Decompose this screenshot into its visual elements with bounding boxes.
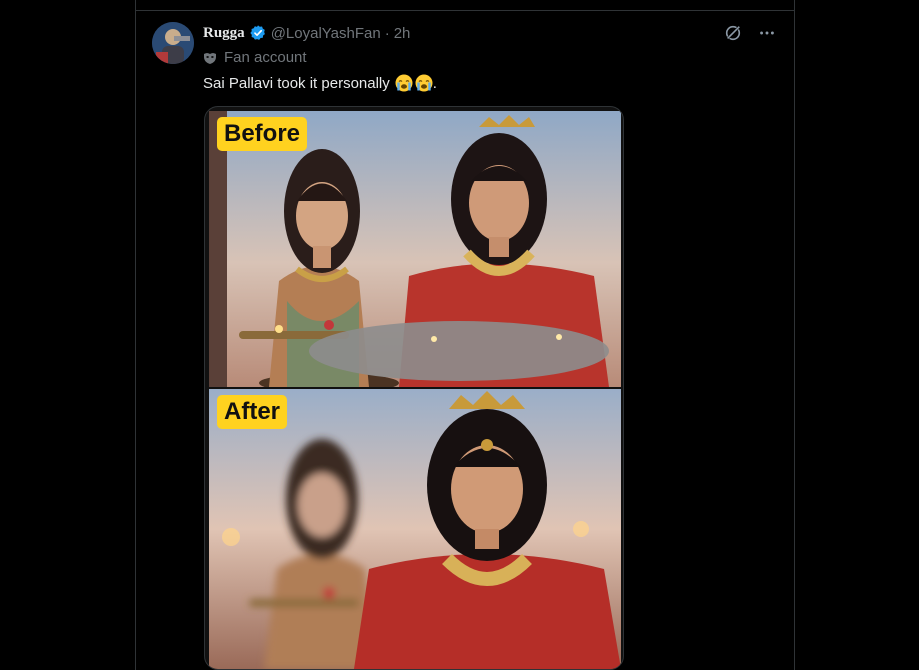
display-name[interactable]: Rugga [203,25,245,42]
timeline-column: Rugga @LoyalYashFan · 2h Fan account Sai… [135,0,795,670]
after-label: After [217,395,288,429]
tweet-actions [722,22,778,44]
tweet-body: Sai Pallavi took it personally [203,74,390,92]
crying-face-icon [395,74,413,92]
tweet-media[interactable]: Before After [204,106,624,670]
fan-account-text: Fan account [224,49,307,66]
tweet-header: Rugga @LoyalYashFan · 2h [203,23,410,43]
avatar-image [152,22,194,64]
avatar[interactable] [152,22,194,64]
before-image: Before [209,111,621,387]
crying-face-icon [415,74,433,92]
fan-account-label: Fan account [203,49,307,66]
timestamp[interactable]: 2h [394,25,411,42]
before-label: Before [217,117,308,151]
more-icon[interactable] [756,22,778,44]
after-image: After [209,389,621,669]
verified-badge-icon [249,24,267,42]
separator: · [384,24,390,42]
tweet-text: Sai Pallavi took it personally . [203,74,437,92]
divider [136,10,794,11]
tweet-suffix: . [432,74,437,92]
mask-icon [203,51,217,65]
handle[interactable]: @LoyalYashFan [271,25,381,42]
grok-icon[interactable] [722,22,744,44]
